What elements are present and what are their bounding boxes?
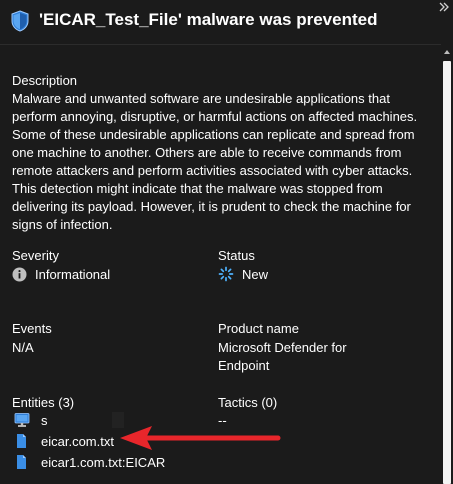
severity-value: Informational <box>35 267 111 282</box>
status-label: Status <box>218 248 255 263</box>
entity-label[interactable]: eicar1.com.txt:EICAR <box>41 455 165 470</box>
file-icon <box>14 454 29 470</box>
scroll-up-arrow-icon[interactable] <box>441 45 453 57</box>
description-label: Description <box>12 73 78 88</box>
machine-icon <box>14 412 30 428</box>
shield-icon <box>10 10 30 32</box>
entity-label[interactable]: eicar.com.txt <box>41 434 114 449</box>
entity-label[interactable]: s <box>41 413 48 428</box>
description-text: Malware and unwanted software are undesi… <box>12 91 418 232</box>
events-value: N/A <box>12 340 34 355</box>
product-name-label: Product name <box>218 321 299 336</box>
spinner-icon <box>218 266 234 282</box>
product-name-value: Microsoft Defender for Endpoint <box>218 340 347 373</box>
scrollbar-thumb[interactable] <box>443 61 451 484</box>
entities-label: Entities (3) <box>12 395 75 410</box>
description-section: Description Malware and unwanted softwar… <box>12 72 434 234</box>
alert-details-panel: 'EICAR_Test_File' malware was prevented … <box>0 0 453 484</box>
panel-header: 'EICAR_Test_File' malware was prevented <box>0 0 453 45</box>
annotation-arrow-icon <box>118 423 283 453</box>
alert-title: 'EICAR_Test_File' malware was prevented <box>39 10 378 29</box>
events-label: Events <box>12 321 52 336</box>
file-icon <box>14 433 29 449</box>
status-value: New <box>242 267 269 282</box>
double-chevron-right-icon[interactable] <box>437 1 451 15</box>
info-icon <box>12 267 27 282</box>
tactics-label: Tactics (0) <box>218 395 278 410</box>
severity-label: Severity <box>12 248 59 263</box>
